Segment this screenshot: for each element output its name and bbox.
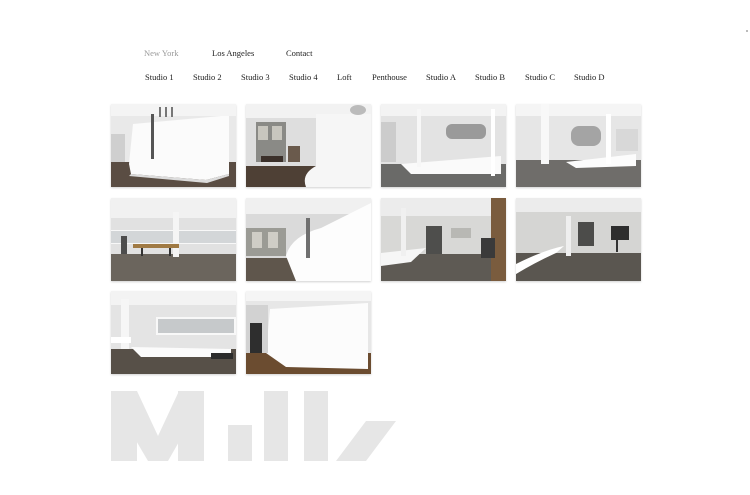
photo-gallery	[111, 104, 641, 376]
studio-link-studio-c[interactable]: Studio C	[525, 72, 555, 82]
studio-link-studio-2[interactable]: Studio 2	[193, 72, 222, 82]
studio-link-penthouse[interactable]: Penthouse	[372, 72, 407, 82]
studio-photo-7[interactable]	[381, 198, 506, 281]
studio-nav: Studio 1 Studio 2 Studio 3 Studio 4 Loft…	[0, 72, 750, 86]
studio-photo-4[interactable]	[516, 104, 641, 187]
studio-link-studio-d[interactable]: Studio D	[574, 72, 604, 82]
studio-link-studio-4[interactable]: Studio 4	[289, 72, 318, 82]
studio-photo-9[interactable]	[111, 291, 236, 374]
top-nav: New York Los Angeles Contact	[0, 48, 750, 62]
studio-photo-2[interactable]	[246, 104, 371, 187]
studio-photo-6[interactable]	[246, 198, 371, 281]
studio-link-studio-a[interactable]: Studio A	[426, 72, 456, 82]
milk-logo-icon	[108, 388, 408, 463]
studio-photo-3[interactable]	[381, 104, 506, 187]
studio-link-studio-1[interactable]: Studio 1	[145, 72, 174, 82]
corner-dot	[746, 30, 748, 32]
studio-photo-10[interactable]	[246, 291, 371, 374]
studio-photo-1[interactable]	[111, 104, 236, 187]
nav-los-angeles[interactable]: Los Angeles	[212, 48, 254, 58]
studio-link-studio-b[interactable]: Studio B	[475, 72, 505, 82]
studio-link-loft[interactable]: Loft	[337, 72, 352, 82]
studio-photo-5[interactable]	[111, 198, 236, 281]
nav-new-york[interactable]: New York	[144, 48, 178, 58]
studio-photo-8[interactable]	[516, 198, 641, 281]
studio-link-studio-3[interactable]: Studio 3	[241, 72, 270, 82]
nav-contact[interactable]: Contact	[286, 48, 312, 58]
